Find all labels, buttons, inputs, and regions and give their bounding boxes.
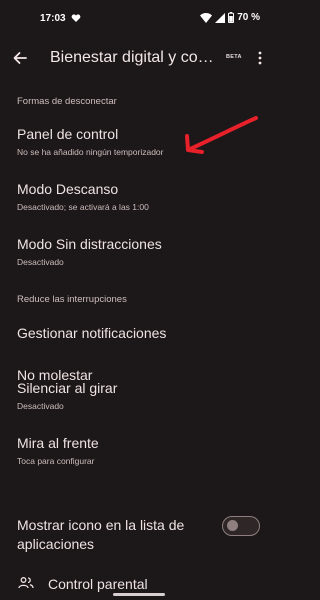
back-button[interactable] xyxy=(8,46,32,70)
battery-icon xyxy=(228,12,235,23)
arrow-back-icon xyxy=(13,52,27,64)
item-title: Gestionar notificaciones xyxy=(17,325,167,341)
status-icons: 70 % xyxy=(200,12,260,23)
more-vert-icon xyxy=(258,51,262,65)
list-item-bedtime-mode[interactable]: Modo Descanso Desactivado; se activará a… xyxy=(0,173,277,219)
wifi-icon xyxy=(200,12,213,23)
list-item-show-app-icon[interactable]: Mostrar icono en la lista de aplicacione… xyxy=(0,510,277,558)
item-title-line1: Mostrar icono en la lista de xyxy=(17,517,185,533)
people-icon xyxy=(18,577,34,589)
item-subtitle: Toca para configurar xyxy=(17,456,95,466)
item-title: Silenciar al girar xyxy=(17,380,118,396)
item-subtitle: Desactivado xyxy=(17,401,64,411)
battery-percent: 70 % xyxy=(237,12,260,23)
list-item-manage-notifications[interactable]: Gestionar notificaciones xyxy=(0,316,277,352)
list-item-heads-up[interactable]: Mira al frente Toca para configurar xyxy=(0,427,277,473)
item-title: Mira al frente xyxy=(17,435,99,451)
list-item-focus-mode[interactable]: Modo Sin distracciones Desactivado xyxy=(0,228,277,274)
item-subtitle: Desactivado xyxy=(17,257,64,267)
screen: 17:03 70 % Bienestar digital y contr BET… xyxy=(0,0,277,600)
beta-badge: BETA xyxy=(226,54,242,60)
list-item-flip-to-shhh[interactable]: Silenciar al girar Desactivado xyxy=(0,372,277,418)
app-bar: Bienestar digital y controles parentales… xyxy=(0,36,277,80)
item-title: Control parental xyxy=(48,576,148,592)
item-title-line2: aplicaciones xyxy=(17,536,95,552)
section-header-interruptions: Reduce las interrupciones xyxy=(17,294,127,305)
item-subtitle: Desactivado; se activará a las 1:00 xyxy=(17,202,149,212)
heart-icon xyxy=(71,14,81,22)
annotation-arrow xyxy=(185,116,258,154)
show-app-icon-toggle[interactable] xyxy=(222,516,260,536)
toggle-knob xyxy=(227,520,238,531)
section-header-disconnect: Formas de desconectar xyxy=(17,96,117,107)
more-options-button[interactable] xyxy=(254,48,266,68)
status-bar: 17:03 70 % xyxy=(0,0,277,36)
item-title: Panel de control xyxy=(17,126,119,142)
item-title: Modo Descanso xyxy=(17,181,119,197)
signal-icon xyxy=(215,12,226,23)
status-time: 17:03 xyxy=(40,13,66,24)
item-subtitle: No se ha añadido ningún temporizador xyxy=(17,147,164,157)
navigation-handle[interactable] xyxy=(113,593,165,596)
page-title: Bienestar digital y controles parentales xyxy=(50,49,216,66)
item-title: Modo Sin distracciones xyxy=(17,236,162,252)
